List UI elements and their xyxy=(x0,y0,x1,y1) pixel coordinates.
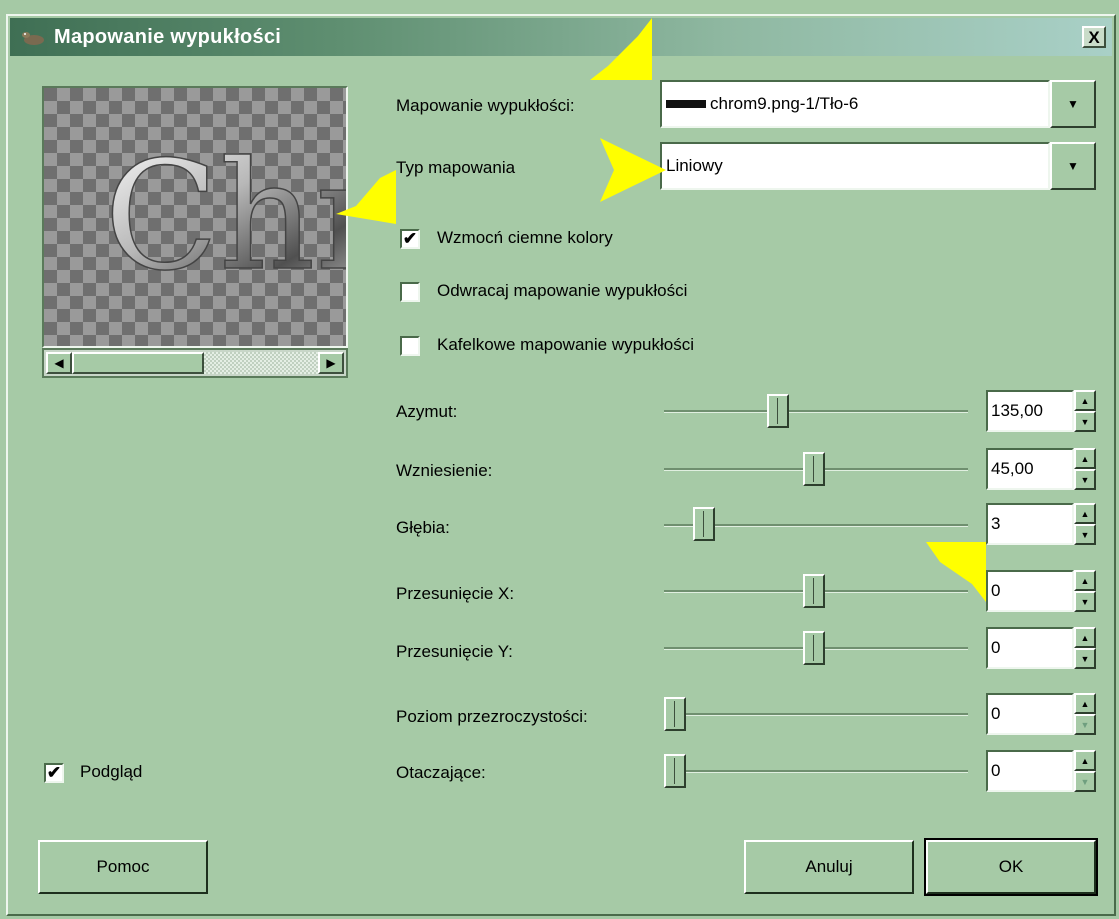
ok-button[interactable]: OK xyxy=(924,838,1098,896)
elevation-label: Wzniesienie: xyxy=(396,461,493,480)
azimuth-spinner[interactable]: ▲ ▼ xyxy=(1074,390,1096,432)
elevation-input[interactable]: 45,00 xyxy=(986,448,1074,490)
ambient-slider[interactable] xyxy=(664,770,968,773)
spin-up-icon[interactable]: ▲ xyxy=(1074,570,1096,591)
waterlevel-slider[interactable] xyxy=(664,713,968,716)
depth-slider-thumb[interactable] xyxy=(693,507,715,541)
scroll-right-button[interactable]: ▶ xyxy=(318,352,344,374)
offset-x-input[interactable]: 0 xyxy=(986,570,1074,612)
spin-up-icon[interactable]: ▲ xyxy=(1074,693,1096,714)
offset-y-input[interactable]: 0 xyxy=(986,627,1074,669)
waterlevel-spinner[interactable]: ▲ ▼ xyxy=(1074,693,1096,735)
checkbox-invert-label[interactable]: Odwracaj mapowanie wypukłości xyxy=(437,281,687,301)
offset-y-label: Przesunięcie Y: xyxy=(396,642,513,661)
scrollbar-thumb[interactable] xyxy=(72,352,204,374)
map-type-dropdown-button[interactable]: ▼ xyxy=(1050,142,1096,190)
offset-x-label: Przesunięcie X: xyxy=(396,584,515,603)
preview-area[interactable]: Chr xyxy=(42,86,348,348)
azimuth-slider-thumb[interactable] xyxy=(767,394,789,428)
azimuth-label: Azymut: xyxy=(396,402,458,421)
annotation-arrow-icon xyxy=(590,18,652,80)
elevation-spinner[interactable]: ▲ ▼ xyxy=(1074,448,1096,490)
bumpmap-combo[interactable]: chrom9.png-1/Tło-6 xyxy=(660,80,1050,128)
triangle-left-icon: ◀ xyxy=(54,356,64,370)
azimuth-slider[interactable] xyxy=(664,410,968,413)
checkbox-compensate[interactable]: ✔ xyxy=(400,229,420,249)
gimp-icon xyxy=(22,32,44,45)
window-title: Mapowanie wypukłości xyxy=(54,25,282,48)
spin-down-icon[interactable]: ▼ xyxy=(1074,648,1096,669)
check-icon: ✔ xyxy=(46,763,62,782)
annotation-arrow-icon xyxy=(336,170,396,224)
map-type-combo[interactable]: Liniowy xyxy=(660,142,1050,190)
bumpmap-value: chrom9.png-1/Tło-6 xyxy=(710,94,859,113)
checkbox-invert[interactable] xyxy=(400,282,420,302)
spin-down-icon[interactable]: ▼ xyxy=(1074,469,1096,490)
checkbox-compensate-label[interactable]: Wzmocń ciemne kolory xyxy=(437,228,613,248)
spin-up-icon[interactable]: ▲ xyxy=(1074,627,1096,648)
bumpmap-label: Mapowanie wypukłości: xyxy=(396,96,575,115)
scroll-left-button[interactable]: ◀ xyxy=(46,352,72,374)
ambient-spinner[interactable]: ▲ ▼ xyxy=(1074,750,1096,792)
waterlevel-slider-thumb[interactable] xyxy=(664,697,686,731)
depth-label: Głębia: xyxy=(396,518,450,537)
spin-up-icon[interactable]: ▲ xyxy=(1074,390,1096,411)
spin-up-icon[interactable]: ▲ xyxy=(1074,750,1096,771)
triangle-right-icon: ▶ xyxy=(326,356,336,370)
depth-input[interactable]: 3 xyxy=(986,503,1074,545)
spin-down-icon[interactable]: ▼ xyxy=(1074,771,1096,792)
spin-down-icon[interactable]: ▼ xyxy=(1074,591,1096,612)
bumpmap-dropdown-button[interactable]: ▼ xyxy=(1050,80,1096,128)
chevron-down-icon: ▼ xyxy=(1067,159,1079,173)
spin-down-icon[interactable]: ▼ xyxy=(1074,714,1096,735)
preview-image: Chr xyxy=(103,129,346,305)
spin-up-icon[interactable]: ▲ xyxy=(1074,448,1096,469)
ambient-input[interactable]: 0 xyxy=(986,750,1074,792)
ambient-slider-thumb[interactable] xyxy=(664,754,686,788)
map-type-label: Typ mapowania xyxy=(396,158,516,177)
check-icon: ✔ xyxy=(402,229,418,248)
offset-x-spinner[interactable]: ▲ ▼ xyxy=(1074,570,1096,612)
spin-up-icon[interactable]: ▲ xyxy=(1074,503,1096,524)
spin-down-icon[interactable]: ▼ xyxy=(1074,524,1096,545)
help-button[interactable]: Pomoc xyxy=(38,840,208,894)
preview-text: Chr xyxy=(104,130,346,304)
elevation-slider-thumb[interactable] xyxy=(803,452,825,486)
annotation-arrow-icon xyxy=(926,542,986,602)
cancel-button[interactable]: Anuluj xyxy=(744,840,914,894)
checkbox-tile[interactable] xyxy=(400,336,420,356)
checkbox-tile-label[interactable]: Kafelkowe mapowanie wypukłości xyxy=(437,335,694,355)
waterlevel-label: Poziom przezroczystości: xyxy=(396,707,588,726)
chevron-down-icon: ▼ xyxy=(1067,97,1079,111)
close-icon: X xyxy=(1088,27,1100,47)
offset-x-slider-thumb[interactable] xyxy=(803,574,825,608)
waterlevel-input[interactable]: 0 xyxy=(986,693,1074,735)
ambient-label: Otaczające: xyxy=(396,763,486,782)
depth-spinner[interactable]: ▲ ▼ xyxy=(1074,503,1096,545)
azimuth-input[interactable]: 135,00 xyxy=(986,390,1074,432)
bumpmap-thumbnail xyxy=(666,100,706,108)
checkbox-preview[interactable]: ✔ xyxy=(44,763,64,783)
title-bar[interactable]: Mapowanie wypukłości X xyxy=(10,18,1112,56)
checkbox-preview-label[interactable]: Podgląd xyxy=(80,762,142,782)
close-button[interactable]: X xyxy=(1082,26,1106,48)
offset-y-spinner[interactable]: ▲ ▼ xyxy=(1074,627,1096,669)
spin-down-icon[interactable]: ▼ xyxy=(1074,411,1096,432)
preview-scrollbar[interactable]: ◀ ▶ xyxy=(42,348,348,378)
offset-y-slider-thumb[interactable] xyxy=(803,631,825,665)
annotation-arrow-icon xyxy=(600,138,666,202)
